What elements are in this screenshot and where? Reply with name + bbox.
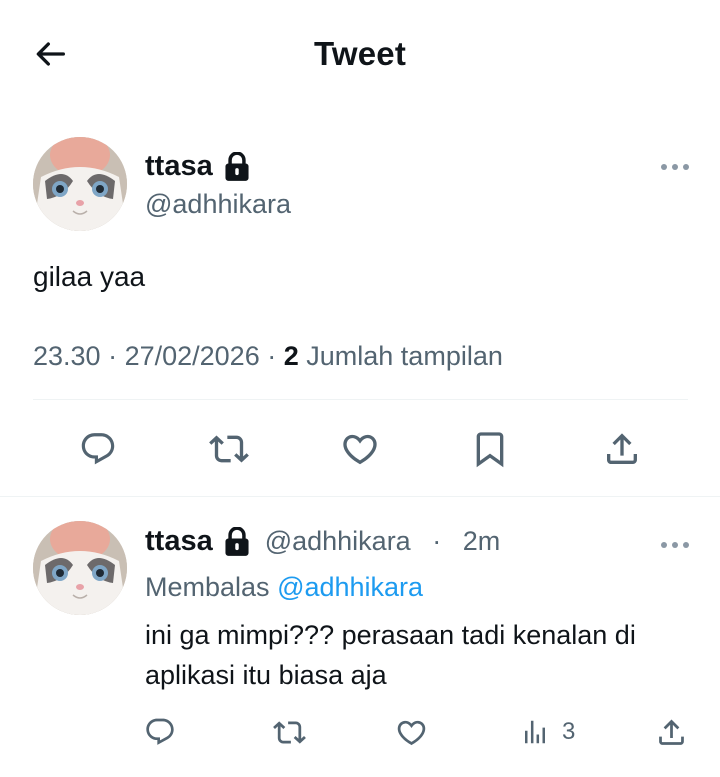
reply-share-button[interactable] — [651, 712, 691, 752]
lock-icon — [223, 151, 251, 182]
reply-button[interactable] — [74, 425, 122, 473]
cat-avatar-image — [33, 521, 127, 615]
more-options-button[interactable] — [655, 152, 695, 182]
views-count[interactable]: 2 — [284, 341, 299, 371]
replying-mention-link[interactable]: @adhhikara — [277, 572, 423, 602]
bookmark-icon — [476, 432, 504, 468]
like-icon — [343, 434, 377, 465]
dot-separator: · — [424, 526, 449, 556]
replying-to: Membalas @adhhikara — [145, 567, 423, 607]
reply-like-button[interactable] — [391, 712, 431, 752]
author-display-name[interactable]: ttasa — [145, 150, 213, 183]
divider — [33, 399, 688, 400]
share-icon — [607, 433, 637, 464]
page-title: Tweet — [313, 35, 407, 72]
reply-icon — [146, 718, 174, 745]
tweet-date[interactable]: 27/02/2026 — [125, 341, 260, 371]
reply-reply-button[interactable] — [140, 712, 180, 752]
retweet-button[interactable] — [205, 425, 253, 473]
share-button[interactable] — [598, 425, 646, 473]
reply-views-count: 3 — [562, 718, 576, 745]
reply-retweet-button[interactable] — [269, 712, 309, 752]
more-icon — [661, 164, 689, 170]
lock-icon — [223, 526, 251, 557]
bookmark-button[interactable] — [466, 425, 514, 473]
reply-views-button[interactable]: 3 — [520, 712, 575, 752]
reply-author-row: ttasa @adhhikara · 2m — [145, 525, 500, 558]
replying-prefix: Membalas — [145, 572, 270, 602]
avatar[interactable] — [33, 137, 127, 231]
divider — [0, 496, 720, 497]
reply-time-ago[interactable]: 2m — [463, 526, 501, 557]
like-icon — [397, 720, 425, 745]
more-icon — [661, 542, 689, 548]
top-bar: Tweet — [0, 0, 720, 106]
retweet-icon — [209, 435, 249, 463]
tweet-meta: 23.30 · 27/02/2026 · 2 Jumlah tampilan — [33, 341, 503, 371]
views-label[interactable]: Jumlah tampilan — [306, 341, 503, 371]
tweet-time[interactable]: 23.30 — [33, 341, 101, 371]
retweet-icon — [272, 720, 306, 744]
reply-display-name[interactable]: ttasa — [145, 525, 213, 558]
author-handle[interactable]: @adhhikara — [145, 187, 291, 221]
views-icon — [525, 720, 545, 744]
reply-icon — [81, 433, 115, 465]
cat-avatar-image — [33, 137, 127, 231]
reply-text: ini ga mimpi??? perasaan tadi kenalan di… — [145, 620, 636, 690]
reply-handle[interactable]: @adhhikara — [265, 526, 411, 557]
reply-more-options-button[interactable] — [655, 530, 695, 560]
reply-avatar[interactable] — [33, 521, 127, 615]
like-button[interactable] — [336, 425, 384, 473]
share-icon — [658, 719, 684, 745]
author-name-row: ttasa — [145, 150, 251, 183]
tweet-text: gilaa yaa — [33, 261, 146, 292]
